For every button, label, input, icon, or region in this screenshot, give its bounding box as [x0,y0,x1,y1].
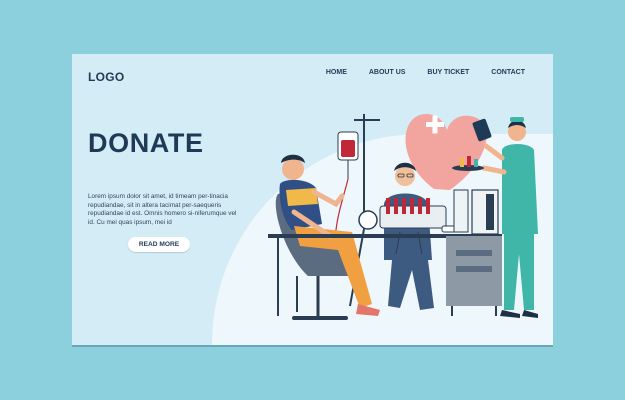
landing-card: LOGO HOME ABOUT US BUY TICKET CONTACT DO… [72,54,553,345]
medical-cabinet [446,189,502,316]
blood-donation-illustration [268,113,538,320]
